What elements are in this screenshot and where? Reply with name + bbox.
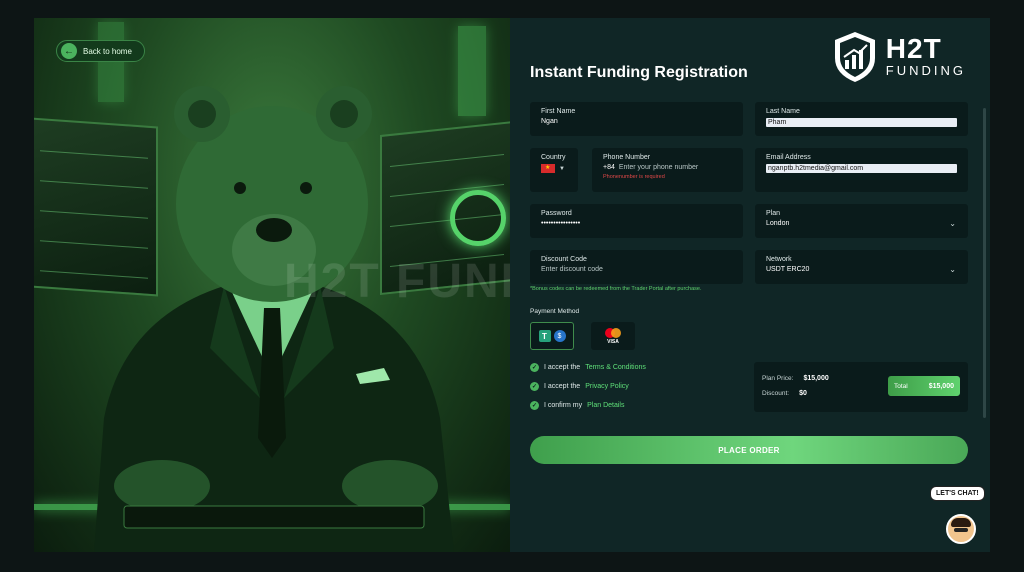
- shield-chart-icon: [834, 32, 875, 82]
- password-field[interactable]: Password ••••••••••••••••: [530, 204, 743, 238]
- total-value: $15,000: [928, 382, 954, 390]
- plan-label: Plan: [766, 210, 781, 217]
- last-name-value: Pham: [766, 118, 957, 127]
- terms-checkbox[interactable]: ✓ I accept the Terms & Conditions: [530, 363, 646, 372]
- form-scrollbar[interactable]: [983, 108, 986, 418]
- place-order-button[interactable]: PLACE ORDER: [530, 436, 968, 464]
- phone-number-input[interactable]: Enter your phone number: [619, 164, 698, 171]
- arrow-left-icon: ←: [61, 43, 77, 59]
- privacy-link[interactable]: Privacy Policy: [585, 383, 629, 390]
- network-select[interactable]: Network USDT ERC20 ⌄: [755, 250, 968, 284]
- phone-number-field[interactable]: Phone Number +84 Enter your phone number…: [592, 148, 743, 192]
- plan-select[interactable]: Plan London ⌄: [755, 204, 968, 238]
- email-label: Email Address: [766, 154, 811, 161]
- discount-code-label: Discount Code: [541, 256, 587, 263]
- chevron-down-icon: ⌄: [949, 219, 956, 229]
- plan-details-checkbox[interactable]: ✓ I confirm my Plan Details: [530, 401, 624, 410]
- total-label: Total: [894, 382, 908, 390]
- vietnam-flag-icon: [541, 164, 555, 173]
- network-value: USDT ERC20: [766, 266, 810, 273]
- email-field[interactable]: Email Address nganptb.h2tmedia@gmail.com: [755, 148, 968, 192]
- payment-option-crypto[interactable]: T $: [530, 322, 574, 350]
- plan-price-label: Plan Price:: [762, 375, 794, 382]
- brand-logo: H2T FUNDING: [832, 30, 966, 84]
- first-name-label: First Name: [541, 108, 576, 115]
- total-badge: Total $15,000: [888, 376, 960, 396]
- first-name-field[interactable]: First Name Ngan: [530, 102, 743, 136]
- plan-value: London: [766, 220, 790, 227]
- plan-price-value: $15,000: [803, 375, 829, 382]
- terms-link[interactable]: Terms & Conditions: [585, 364, 646, 371]
- chevron-down-icon: ⌄: [949, 265, 956, 275]
- chevron-down-icon: ▼: [559, 165, 565, 172]
- visa-icon: VISA: [607, 338, 619, 345]
- discount-code-input[interactable]: Enter discount code: [541, 266, 732, 273]
- phone-number-error: Phonenumber is required: [603, 174, 665, 180]
- discount-code-field[interactable]: Discount Code Enter discount code: [530, 250, 743, 284]
- back-to-home-button[interactable]: ← Back to home: [56, 40, 145, 62]
- discount-label: Discount:: [762, 390, 790, 397]
- privacy-checkbox[interactable]: ✓ I accept the Privacy Policy: [530, 382, 629, 391]
- email-value: nganptb.h2tmedia@gmail.com: [766, 164, 957, 173]
- privacy-text: I accept the: [544, 383, 581, 390]
- check-icon: ✓: [530, 382, 539, 391]
- watermark-text: H2T FUNDING: [284, 255, 510, 308]
- password-label: Password: [541, 210, 572, 217]
- chat-label: LET'S CHAT!: [930, 486, 985, 501]
- last-name-field[interactable]: Last Name Pham: [755, 102, 968, 136]
- brand-tagline: FUNDING: [885, 63, 966, 78]
- brand-name: H2T: [885, 33, 942, 64]
- discount-row: Discount: $0: [762, 390, 807, 397]
- chat-widget[interactable]: LET'S CHAT!: [930, 486, 990, 546]
- plan-details-link[interactable]: Plan Details: [587, 402, 624, 409]
- usdc-icon: $: [553, 330, 566, 342]
- bonus-code-note: *Bonus codes can be redeemed from the Tr…: [530, 286, 702, 292]
- hero-panel: ← Back to home H2T FUNDING: [34, 18, 510, 552]
- country-select[interactable]: Country ▼: [530, 148, 578, 192]
- plan-price-row: Plan Price: $15,000: [762, 375, 829, 382]
- discount-value: $0: [799, 390, 807, 397]
- check-icon: ✓: [530, 363, 539, 372]
- order-summary: Plan Price: $15,000 Discount: $0 Total $…: [754, 362, 968, 412]
- check-icon: ✓: [530, 401, 539, 410]
- last-name-label: Last Name: [766, 108, 800, 115]
- country-label: Country: [541, 154, 566, 161]
- registration-form-panel: H2T FUNDING Instant Funding Registration…: [510, 18, 990, 552]
- tether-icon: T: [538, 330, 551, 342]
- terms-text: I accept the: [544, 364, 581, 371]
- network-label: Network: [766, 256, 792, 263]
- mastercard-icon: [605, 327, 621, 338]
- password-value: ••••••••••••••••: [541, 220, 581, 227]
- page-title: Instant Funding Registration: [530, 64, 748, 81]
- phone-number-label: Phone Number: [603, 154, 651, 161]
- payment-option-card[interactable]: VISA: [591, 322, 635, 350]
- first-name-value: Ngan: [541, 118, 558, 125]
- back-to-home-label: Back to home: [83, 46, 132, 56]
- chat-avatar-icon: [946, 514, 976, 544]
- payment-method-label: Payment Method: [530, 308, 580, 315]
- plan-details-text: I confirm my: [544, 402, 583, 409]
- registration-window: ← Back to home H2T FUNDING H2T FUNDING I…: [34, 18, 990, 552]
- phone-country-code: +84: [603, 164, 615, 171]
